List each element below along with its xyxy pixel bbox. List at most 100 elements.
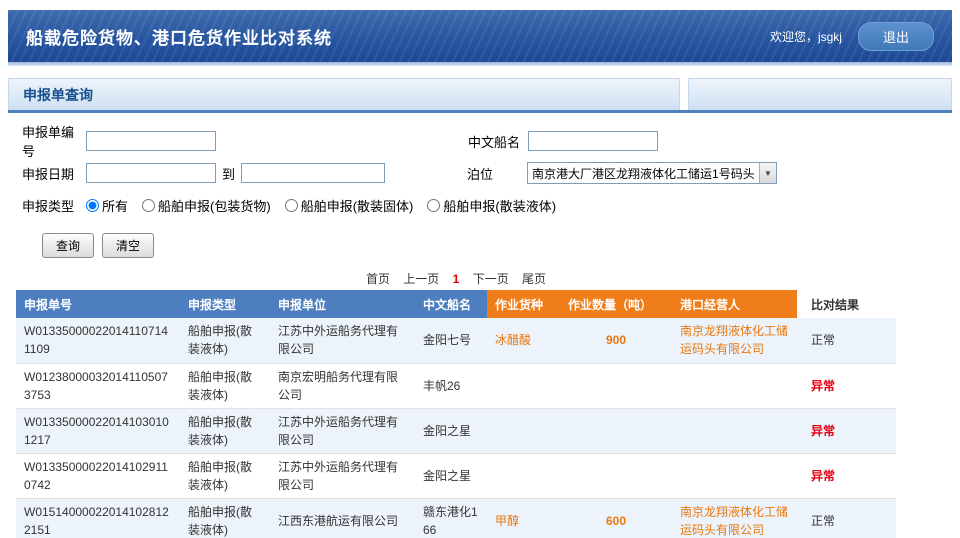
- date-to-input[interactable]: [241, 163, 385, 183]
- table-row: W013350000220141107141109船舶申报(散装液体)江苏中外运…: [16, 318, 896, 363]
- cell-decl-no: W015140000220141028122151: [16, 498, 180, 538]
- radio-type-packaged[interactable]: 船舶申报(包装货物): [142, 196, 271, 215]
- cell-result: 异常: [797, 408, 896, 453]
- radio-input[interactable]: [86, 199, 99, 212]
- cell-operator: [672, 363, 797, 408]
- cell-type: 船舶申报(散装液体): [180, 408, 270, 453]
- cell-cargo: 甲醇: [487, 498, 560, 538]
- ship-name-input[interactable]: [528, 131, 658, 151]
- pagination-next[interactable]: 下一页: [473, 272, 509, 286]
- table-row: W012380000320141105073753船舶申报(散装液体)南京宏明船…: [16, 363, 896, 408]
- form-row-2: 申报日期 到 泊位 南京港大厂港区龙翔液体化工储运1号码头 ▼: [22, 157, 960, 189]
- cell-agent: 江西东港航运有限公司: [270, 498, 415, 538]
- welcome-text: 欢迎您，jsgkj: [770, 28, 842, 45]
- results-table: 申报单号 申报类型 申报单位 中文船名 作业货种 作业数量（吨） 港口经营人 比…: [16, 290, 896, 538]
- section-header: 申报单查询: [8, 78, 680, 110]
- clear-button[interactable]: 清空: [102, 233, 154, 258]
- page: 船载危险货物、港口危货作业比对系统 欢迎您，jsgkj 退出 申报单查询 申报单…: [0, 0, 960, 538]
- col-header-decl-no: 申报单号: [16, 290, 180, 318]
- cell-ship: 金阳之星: [415, 453, 487, 498]
- berth-select[interactable]: 南京港大厂港区龙翔液体化工储运1号码头 ▼: [527, 162, 777, 184]
- table-row: W013350000220141030101217船舶申报(散装液体)江苏中外运…: [16, 408, 896, 453]
- cell-type: 船舶申报(散装液体): [180, 363, 270, 408]
- topbar-divider: [8, 62, 952, 66]
- logout-button[interactable]: 退出: [858, 22, 934, 51]
- results-tbody: W013350000220141107141109船舶申报(散装液体)江苏中外运…: [16, 318, 896, 538]
- radio-label: 所有: [102, 196, 128, 215]
- query-button[interactable]: 查询: [42, 233, 94, 258]
- page-title: 申报单查询: [9, 85, 93, 105]
- pagination-last[interactable]: 尾页: [522, 272, 546, 286]
- cell-ship: 金阳七号: [415, 318, 487, 363]
- table-header-row: 申报单号 申报类型 申报单位 中文船名 作业货种 作业数量（吨） 港口经营人 比…: [16, 290, 896, 318]
- col-header-ship: 中文船名: [415, 290, 487, 318]
- cell-ship: 丰帆26: [415, 363, 487, 408]
- form-row-1: 申报单编号 中文船名: [22, 125, 960, 157]
- col-header-operator: 港口经营人: [672, 290, 797, 318]
- pagination-first[interactable]: 首页: [366, 272, 390, 286]
- cell-decl-no: W012380000320141105073753: [16, 363, 180, 408]
- cell-type: 船舶申报(散装液体): [180, 318, 270, 363]
- col-header-result: 比对结果: [797, 290, 896, 318]
- cell-decl-no: W013350000220141030101217: [16, 408, 180, 453]
- top-bar: 船载危险货物、港口危货作业比对系统 欢迎您，jsgkj 退出: [8, 10, 952, 62]
- cell-cargo: [487, 363, 560, 408]
- cell-qty: [560, 408, 672, 453]
- table-row: W013350000220141029110742船舶申报(散装液体)江苏中外运…: [16, 453, 896, 498]
- pagination: 首页 上一页 1 下一页 尾页: [16, 270, 896, 287]
- declaration-type-radio-group: 所有 船舶申报(包装货物) 船舶申报(散装固体) 船舶申报(散装液体): [86, 196, 556, 215]
- cell-decl-no: W013350000220141107141109: [16, 318, 180, 363]
- decl-no-label: 申报单编号: [22, 122, 86, 160]
- app-title: 船载危险货物、港口危货作业比对系统: [26, 24, 332, 49]
- query-form: 申报单编号 中文船名 申报日期 到 泊位 南京港大厂港区龙翔液体化工储运1号码头…: [22, 125, 960, 258]
- cell-operator: [672, 408, 797, 453]
- form-row-3: 申报类型 所有 船舶申报(包装货物) 船舶申报(散装固体) 船舶申报(散装液体): [22, 189, 960, 221]
- date-from-input[interactable]: [86, 163, 216, 183]
- radio-input[interactable]: [142, 199, 155, 212]
- radio-input[interactable]: [285, 199, 298, 212]
- radio-label: 船舶申报(散装液体): [443, 196, 556, 215]
- section-header-right: [688, 78, 952, 110]
- cell-agent: 南京宏明船务代理有限公司: [270, 363, 415, 408]
- cell-operator: [672, 453, 797, 498]
- radio-type-all[interactable]: 所有: [86, 196, 128, 215]
- cell-result: 异常: [797, 453, 896, 498]
- type-label: 申报类型: [22, 196, 86, 215]
- cell-operator: 南京龙翔液体化工储运码头有限公司: [672, 318, 797, 363]
- cell-type: 船舶申报(散装液体): [180, 498, 270, 538]
- cell-result: 异常: [797, 363, 896, 408]
- cell-cargo: [487, 453, 560, 498]
- radio-label: 船舶申报(包装货物): [158, 196, 271, 215]
- col-header-agent: 申报单位: [270, 290, 415, 318]
- cell-cargo: 冰醋酸: [487, 318, 560, 363]
- cell-qty: 600: [560, 498, 672, 538]
- cell-qty: 900: [560, 318, 672, 363]
- cell-agent: 江苏中外运船务代理有限公司: [270, 408, 415, 453]
- col-header-qty: 作业数量（吨）: [560, 290, 672, 318]
- table-row: W015140000220141028122151船舶申报(散装液体)江西东港航…: [16, 498, 896, 538]
- radio-type-bulk-liquid[interactable]: 船舶申报(散装液体): [427, 196, 556, 215]
- berth-label: 泊位: [467, 164, 527, 183]
- cell-agent: 江苏中外运船务代理有限公司: [270, 318, 415, 363]
- cell-qty: [560, 363, 672, 408]
- radio-type-bulk-solid[interactable]: 船舶申报(散装固体): [285, 196, 414, 215]
- section-header-row: 申报单查询: [8, 78, 952, 113]
- date-to-separator: 到: [222, 164, 235, 183]
- cell-ship: 金阳之星: [415, 408, 487, 453]
- pagination-current-page: 1: [453, 272, 460, 286]
- ship-name-label: 中文船名: [468, 132, 528, 151]
- date-label: 申报日期: [22, 164, 86, 183]
- col-header-cargo: 作业货种: [487, 290, 560, 318]
- col-header-type: 申报类型: [180, 290, 270, 318]
- form-buttons: 查询 清空: [42, 233, 960, 258]
- berth-selected-value: 南京港大厂港区龙翔液体化工储运1号码头: [532, 165, 755, 182]
- decl-no-input[interactable]: [86, 131, 216, 151]
- cell-cargo: [487, 408, 560, 453]
- chevron-down-icon: ▼: [759, 163, 776, 183]
- pagination-prev[interactable]: 上一页: [403, 272, 439, 286]
- radio-input[interactable]: [427, 199, 440, 212]
- top-bar-right: 欢迎您，jsgkj 退出: [770, 22, 934, 51]
- cell-operator: 南京龙翔液体化工储运码头有限公司: [672, 498, 797, 538]
- radio-label: 船舶申报(散装固体): [301, 196, 414, 215]
- cell-qty: [560, 453, 672, 498]
